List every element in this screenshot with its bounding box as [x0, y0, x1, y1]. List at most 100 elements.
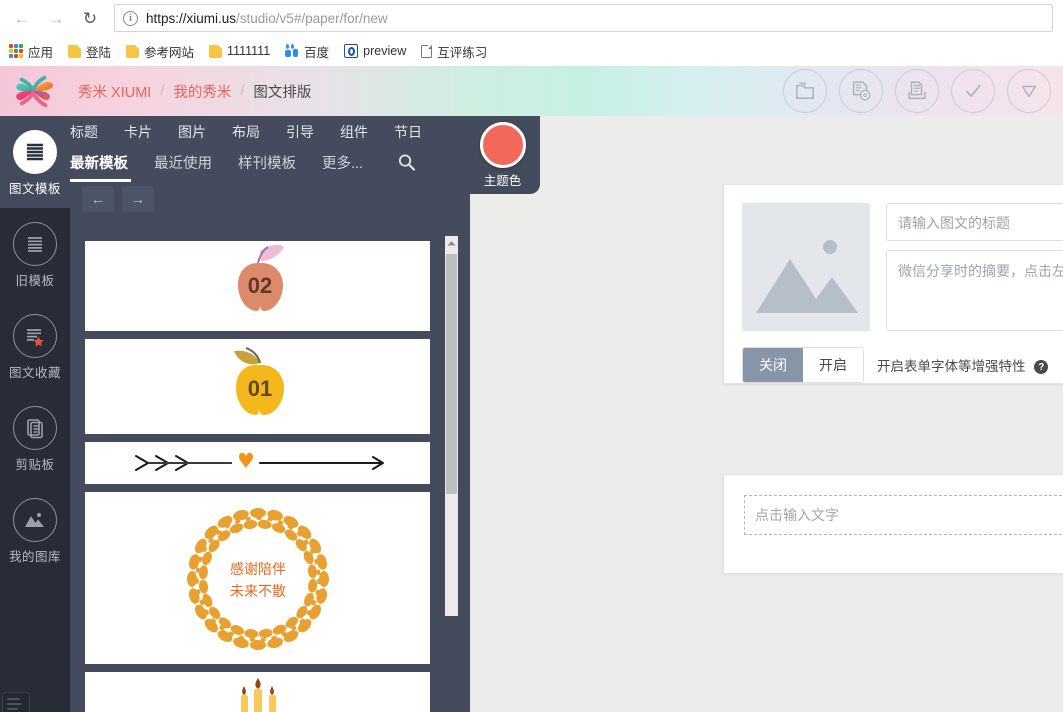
reload-button[interactable]: ↻ — [76, 4, 104, 32]
fruit-peach-icon: 02 — [198, 243, 318, 329]
sidebar-item-wodetuku[interactable]: 我的图库 — [0, 484, 70, 576]
editor-canvas[interactable]: 请输入图文的标题 微信分享时的摘要，点击左侧封面 关闭 开启 开启表单字体等增强… — [470, 116, 1063, 712]
open-folder-button[interactable] — [783, 69, 827, 113]
theme-color-button[interactable]: 主题色 — [465, 116, 540, 194]
article-title-input[interactable]: 请输入图文的标题 — [886, 203, 1063, 241]
template-card-peach[interactable]: 02 — [85, 241, 430, 331]
more-button[interactable] — [1007, 69, 1051, 113]
template-pager: ← → — [82, 186, 162, 212]
subtab-sample[interactable]: 样刊模板 — [238, 152, 296, 182]
meta-top-row: 请输入图文的标题 微信分享时的摘要，点击左侧封面 — [742, 203, 1063, 331]
browser-nav-bar: ← → ↻ i https://xiumi.us/studio/v5#/pape… — [0, 0, 1063, 36]
mini-panel-widget[interactable] — [2, 692, 30, 712]
question-mark-icon[interactable]: ? — [1034, 360, 1048, 374]
sidebar-item-label: 我的图库 — [0, 546, 70, 576]
right-arrow-icon: → — [131, 192, 146, 207]
enhance-toggle-off-option[interactable]: 关闭 — [743, 348, 803, 382]
bookmark-baidu[interactable]: 百度 — [285, 42, 329, 61]
bookmark-label: 互评练习 — [437, 42, 487, 61]
wreath-line-1: 感谢陪伴 — [230, 561, 286, 577]
breadcrumb-separator: / — [160, 83, 164, 99]
folder-icon — [68, 45, 81, 58]
forward-button[interactable]: → — [42, 4, 70, 32]
sidebar-item-tuwen-shoucang[interactable]: 图文收藏 — [0, 300, 70, 392]
template-panel: 标题 卡片 图片 布局 引导 组件 节日 最新模板 最近使用 样刊模板 更多..… — [70, 116, 470, 712]
folder-icon — [126, 45, 139, 58]
triangle-down-icon — [1018, 81, 1040, 101]
subtab-recent[interactable]: 最近使用 — [154, 152, 212, 182]
wreath-icon: 感谢陪伴 未来不散 — [168, 496, 348, 661]
breadcrumb-item-xiumi[interactable]: 秀米 XIUMI — [78, 81, 151, 102]
forward-arrow-icon: → — [48, 10, 65, 27]
check-icon — [962, 81, 984, 101]
tab-yindao[interactable]: 引导 — [286, 122, 314, 142]
article-content-card[interactable]: 点击输入文字 — [723, 474, 1063, 574]
enhance-toggle[interactable]: 关闭 开启 — [742, 347, 864, 383]
template-badge: 02 — [247, 273, 271, 298]
bookmark-preview[interactable]: preview — [344, 44, 406, 58]
template-scrollbar[interactable] — [445, 236, 458, 616]
breadcrumb-item-current: 图文排版 — [253, 81, 311, 102]
confirm-button[interactable] — [951, 69, 995, 113]
article-summary-input[interactable]: 微信分享时的摘要，点击左侧封面 — [886, 250, 1063, 331]
bookmark-hupinglianxi[interactable]: 互评练习 — [421, 42, 487, 61]
next-page-button[interactable]: → — [122, 186, 154, 212]
template-sub-tabs: 最新模板 最近使用 样刊模板 更多... — [70, 152, 416, 182]
theme-color-label: 主题色 — [465, 170, 540, 189]
subtab-more[interactable]: 更多... — [322, 152, 363, 182]
tab-jieri[interactable]: 节日 — [394, 122, 422, 142]
lines-doc-icon — [13, 130, 57, 174]
apps-grid-icon — [9, 44, 23, 58]
reload-icon: ↻ — [83, 10, 97, 27]
bookmark-label: 登陆 — [86, 42, 111, 61]
template-list[interactable]: 02 01 — [70, 241, 470, 712]
import-button[interactable] — [895, 69, 939, 113]
tab-buju[interactable]: 布局 — [232, 122, 260, 142]
enhance-toggle-on-option[interactable]: 开启 — [803, 348, 863, 382]
theme-color-swatch[interactable] — [480, 122, 526, 168]
bookmark-apps[interactable]: 应用 — [9, 42, 53, 61]
tab-tupian[interactable]: 图片 — [178, 122, 206, 142]
save-as-button[interactable] — [839, 69, 883, 113]
bookmark-denglu[interactable]: 登陆 — [68, 42, 111, 61]
sidebar-item-jiu-moban[interactable]: 旧模板 — [0, 208, 70, 300]
tab-zujian[interactable]: 组件 — [340, 122, 368, 142]
template-card-arrow-heart[interactable] — [85, 442, 430, 484]
sidebar-item-jiantieban[interactable]: 剪贴板 — [0, 392, 70, 484]
subtab-latest[interactable]: 最新模板 — [70, 152, 128, 182]
app-body: 请输入图文的标题 微信分享时的摘要，点击左侧封面 关闭 开启 开启表单字体等增强… — [0, 116, 1063, 712]
bookmark-label: 1111111 — [227, 44, 270, 58]
template-card-wreath[interactable]: 感谢陪伴 未来不散 — [85, 492, 430, 664]
browser-chrome: ← → ↻ i https://xiumi.us/studio/v5#/pape… — [0, 0, 1063, 66]
bookmark-1111111[interactable]: 1111111 — [209, 44, 270, 58]
tab-kapian[interactable]: 卡片 — [124, 122, 152, 142]
template-badge: 01 — [247, 376, 271, 401]
xiumi-logo[interactable] — [12, 72, 58, 110]
scrollbar-up-button[interactable] — [445, 236, 458, 250]
site-info-icon[interactable]: i — [123, 11, 138, 26]
template-card-candles[interactable] — [85, 672, 430, 712]
template-card-apple[interactable]: 01 — [85, 339, 430, 434]
folder-open-icon — [794, 81, 816, 101]
wreath-line-2: 未来不散 — [230, 583, 286, 599]
prev-page-button[interactable]: ← — [82, 186, 114, 212]
search-button[interactable] — [397, 153, 416, 181]
bookmark-reference-site[interactable]: 参考网站 — [126, 42, 194, 61]
header-actions — [783, 66, 1063, 116]
page-icon — [421, 45, 432, 58]
tab-biaoti[interactable]: 标题 — [70, 122, 98, 142]
left-arrow-icon: ← — [91, 192, 106, 207]
scrollbar-thumb[interactable] — [446, 254, 457, 494]
meta-bottom-row: 关闭 开启 开启表单字体等增强特性 ? — [742, 347, 1063, 383]
sidebar-item-tuwen-moban[interactable]: 图文模板 — [0, 116, 70, 208]
bookmark-label: 应用 — [28, 42, 53, 61]
breadcrumb: 秀米 XIUMI / 我的秀米 / 图文排版 — [78, 81, 311, 102]
address-bar[interactable]: i https://xiumi.us/studio/v5#/paper/for/… — [114, 4, 1053, 32]
bookmark-label: 参考网站 — [144, 42, 194, 61]
cover-image-placeholder[interactable] — [742, 203, 870, 331]
content-text-input[interactable]: 点击输入文字 — [744, 495, 1063, 535]
breadcrumb-item-myxiumi[interactable]: 我的秀米 — [173, 81, 231, 102]
article-meta-card[interactable]: 请输入图文的标题 微信分享时的摘要，点击左侧封面 关闭 开启 开启表单字体等增强… — [723, 184, 1063, 384]
baidu-icon — [285, 44, 299, 58]
back-button[interactable]: ← — [8, 4, 36, 32]
